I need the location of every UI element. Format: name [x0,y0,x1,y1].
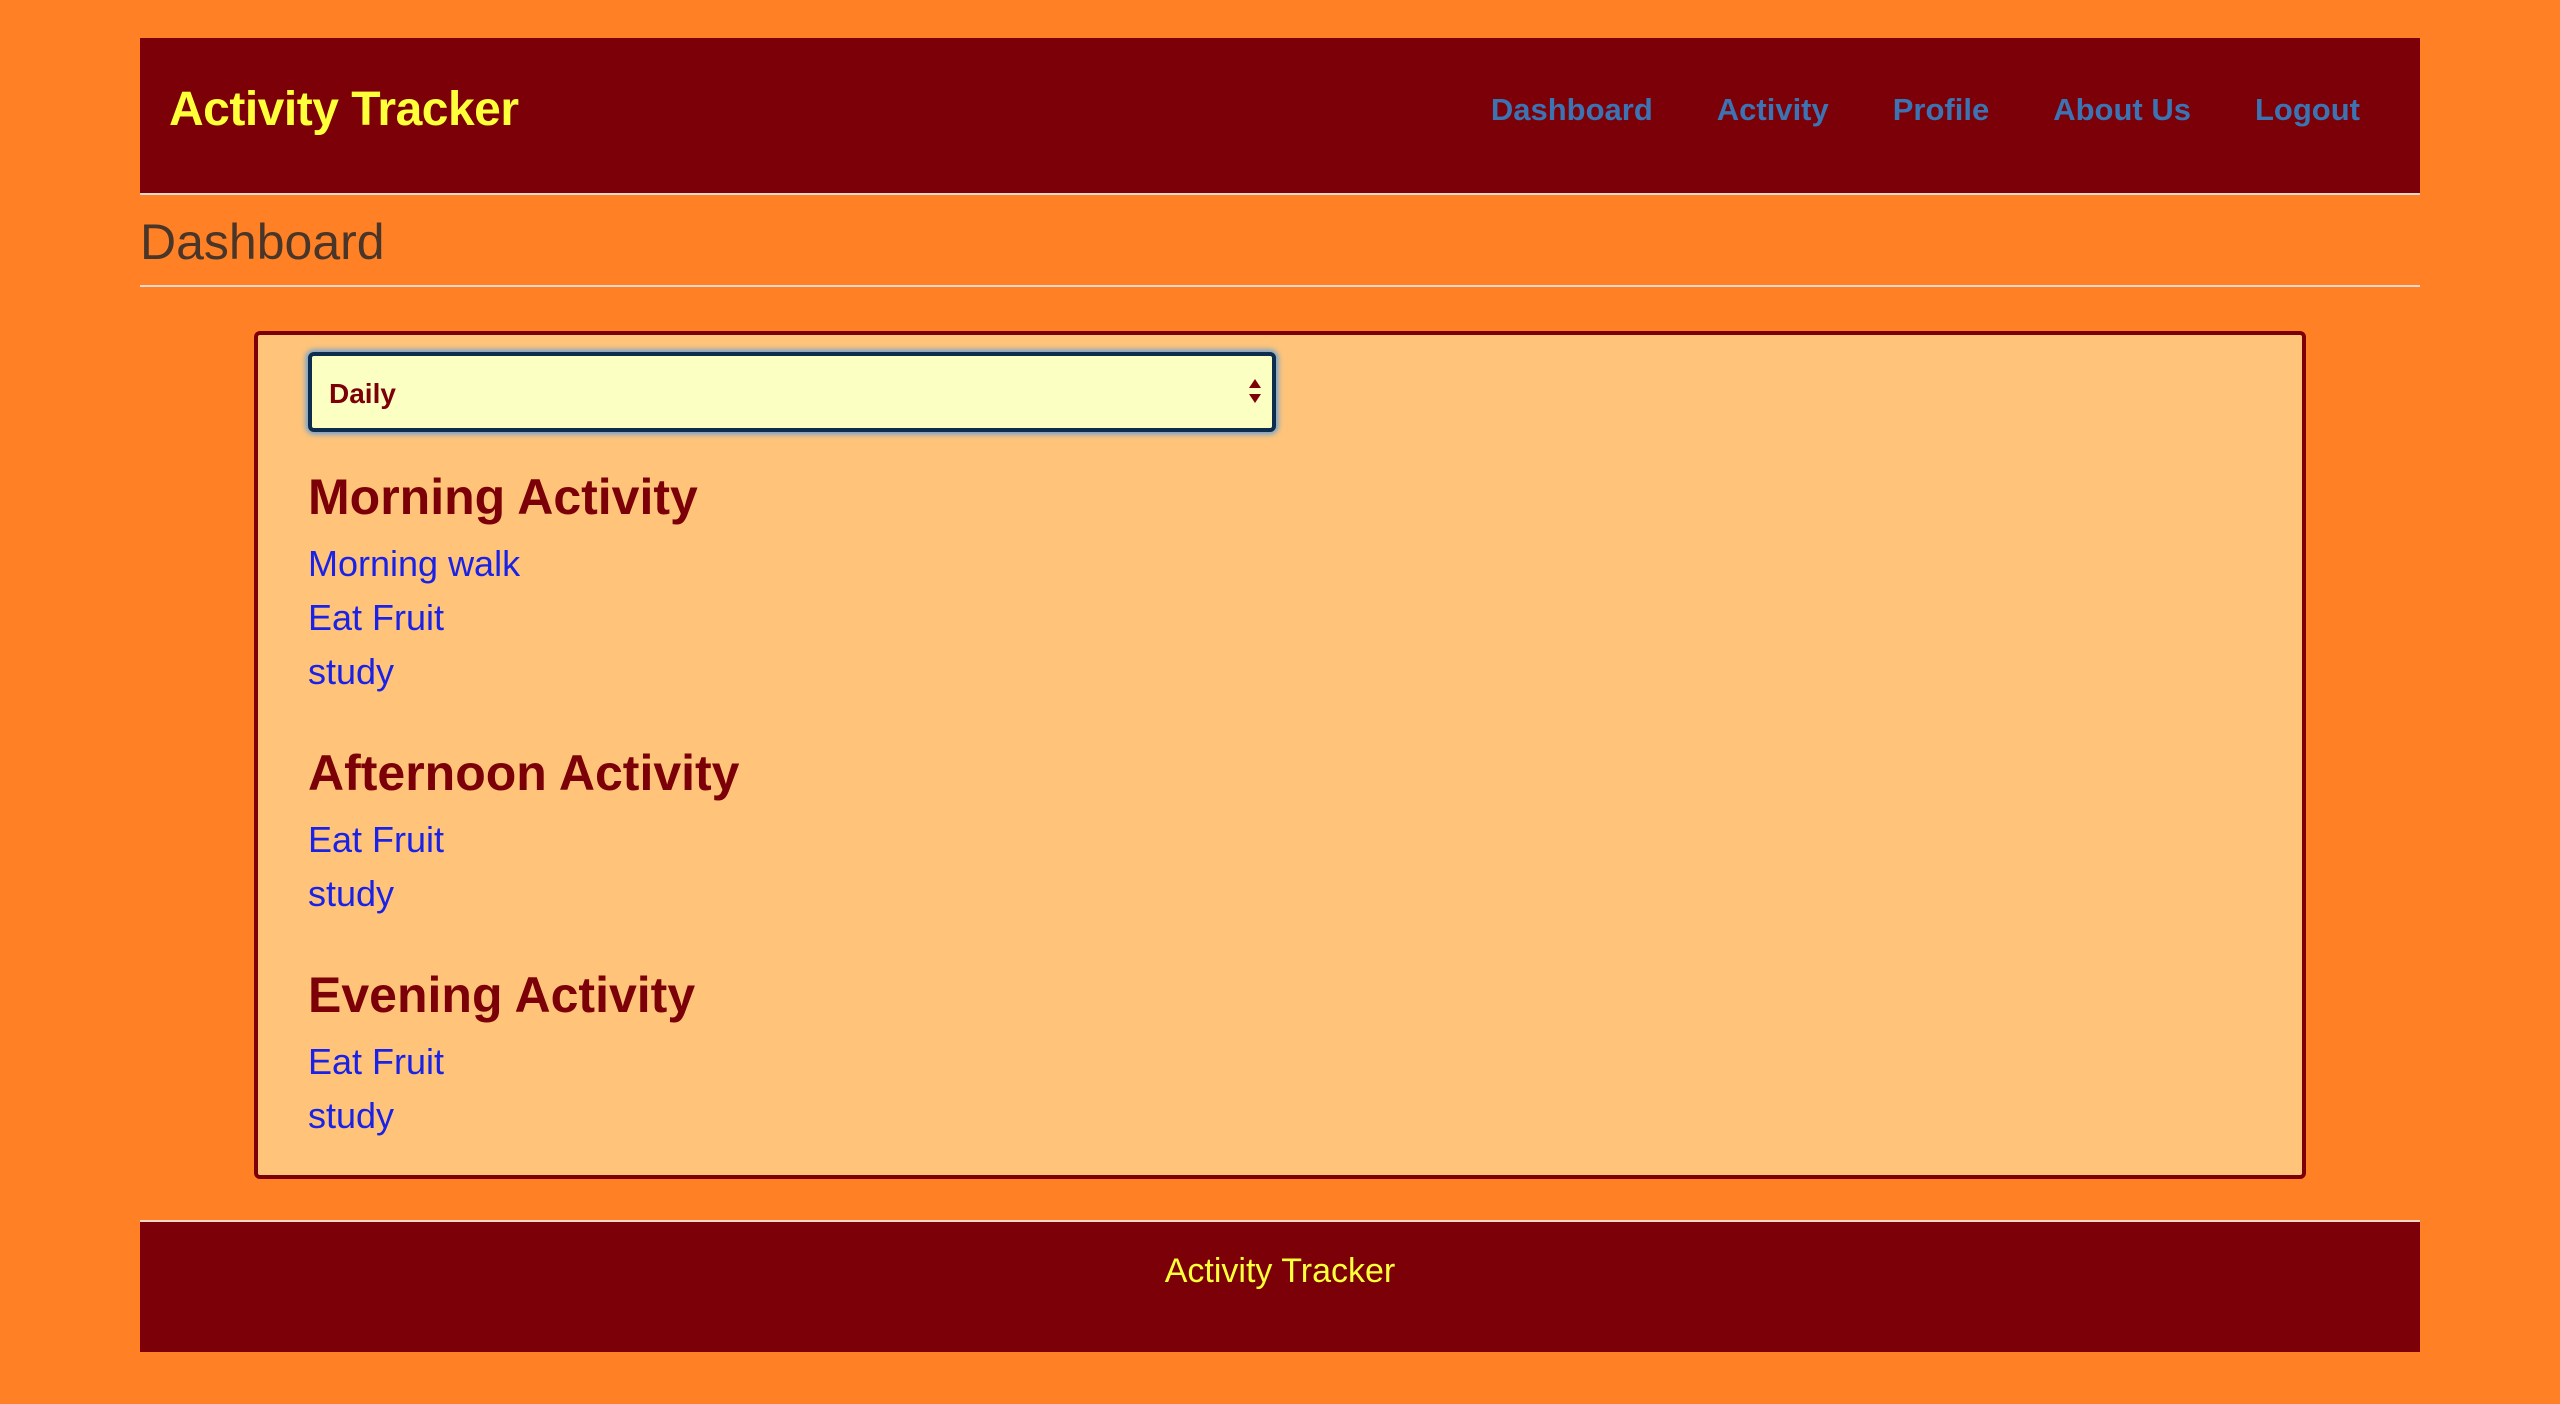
section-title-evening: Evening Activity [308,967,696,1023]
site-footer: Activity Tracker [140,1220,2420,1352]
title-row: Dashboard [140,195,2420,287]
list-item[interactable]: Eat Fruit [308,1035,695,1089]
nav-about-us[interactable]: About Us [2053,92,2191,128]
list-item[interactable]: Morning walk [308,537,698,591]
list-item[interactable]: Eat Fruit [308,813,740,867]
section-evening: Evening Activity Eat Fruit study [308,965,695,1143]
activity-list-morning: Morning walk Eat Fruit study [308,537,698,699]
period-select[interactable]: Daily [308,352,1276,432]
brand-logo-text[interactable]: Activity Tracker [169,82,519,137]
list-item[interactable]: study [308,645,698,699]
nav-dashboard[interactable]: Dashboard [1491,92,1653,128]
nav-profile[interactable]: Profile [1893,92,1989,128]
section-afternoon: Afternoon Activity Eat Fruit study [308,743,740,921]
section-title-afternoon: Afternoon Activity [308,745,740,801]
list-item[interactable]: study [308,867,740,921]
nav-activity[interactable]: Activity [1717,92,1829,128]
page-wrapper: Activity Tracker Dashboard Activity Prof… [140,38,2420,1352]
nav-logout[interactable]: Logout [2255,92,2360,128]
section-morning: Morning Activity Morning walk Eat Fruit … [308,467,698,699]
site-header: Activity Tracker Dashboard Activity Prof… [140,38,2420,195]
page-title: Dashboard [140,214,385,270]
section-title-morning: Morning Activity [308,469,698,525]
main-nav: Dashboard Activity Profile About Us Logo… [1427,92,2360,128]
list-item[interactable]: study [308,1089,695,1143]
footer-text: Activity Tracker [1164,1252,1396,1290]
activity-list-evening: Eat Fruit study [308,1035,695,1143]
activity-card: Daily Morning Activity Morning walk Eat … [254,331,2306,1179]
period-select-value: Daily [329,378,396,409]
list-item[interactable]: Eat Fruit [308,591,698,645]
activity-list-afternoon: Eat Fruit study [308,813,740,921]
select-updown-icon [1249,379,1261,403]
